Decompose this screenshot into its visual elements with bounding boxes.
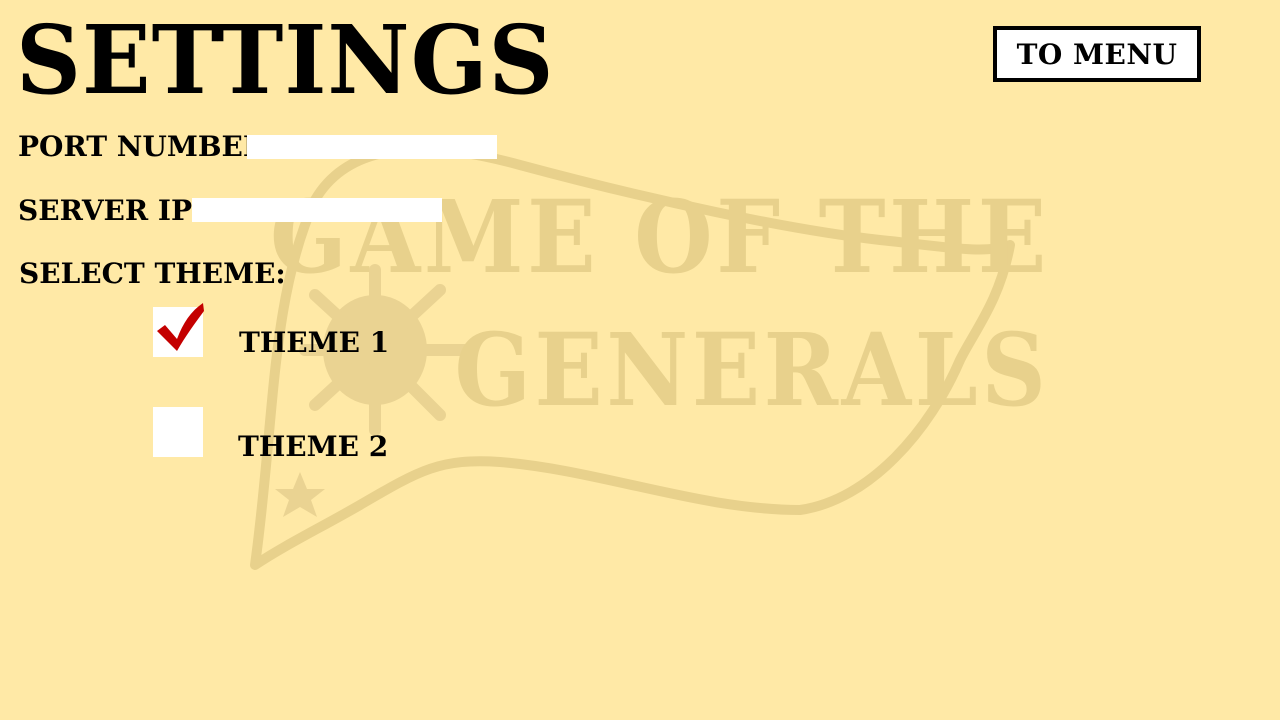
to-menu-button[interactable]: TO MENU	[993, 26, 1201, 82]
server-ip-input[interactable]	[192, 198, 442, 222]
checkmark-icon	[157, 303, 204, 351]
theme-1-label: THEME 1	[239, 326, 390, 359]
theme-2-checkbox[interactable]	[153, 407, 203, 457]
server-ip-label: SERVER IP:	[18, 194, 202, 227]
star-icon	[275, 472, 325, 517]
select-theme-label: SELECT THEME:	[19, 257, 286, 290]
watermark-line-2: GENERALS	[455, 311, 1050, 429]
theme-2-label: THEME 2	[238, 430, 389, 463]
page-title: SETTINGS	[16, 4, 555, 117]
port-number-label: PORT NUMBER:	[18, 130, 277, 163]
port-number-input[interactable]	[247, 135, 497, 159]
watermark-line-1: GAME OF THE	[270, 178, 1050, 296]
theme-1-checkbox[interactable]	[153, 303, 204, 357]
